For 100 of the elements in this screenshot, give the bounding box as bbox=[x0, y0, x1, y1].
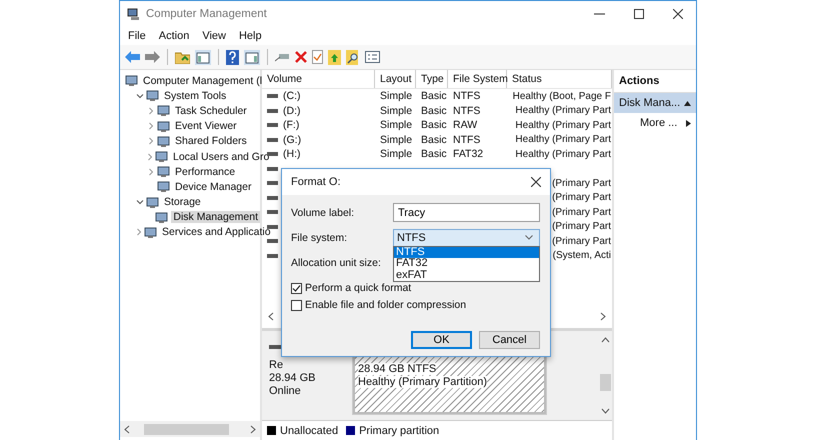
scroll-right-icon[interactable] bbox=[600, 312, 606, 320]
tree-item[interactable]: Storage bbox=[162, 196, 203, 208]
chevron-right-icon[interactable] bbox=[147, 168, 155, 176]
drive-icon bbox=[267, 94, 278, 98]
task-link[interactable]: More ... bbox=[614, 113, 696, 133]
maximize-icon[interactable] bbox=[634, 9, 644, 19]
table-cell: (Primary Part bbox=[552, 192, 611, 204]
checkbox[interactable] bbox=[291, 282, 302, 294]
search-folder-icon[interactable] bbox=[346, 50, 360, 64]
tree-item[interactable]: Device Manager bbox=[173, 180, 254, 193]
dropdown-option[interactable]: NTFS bbox=[394, 246, 539, 258]
node-icon bbox=[157, 134, 170, 148]
column-header[interactable]: Layout bbox=[375, 70, 416, 88]
folder-up-icon[interactable] bbox=[328, 50, 341, 64]
task-link[interactable]: Disk Mana... bbox=[614, 93, 696, 113]
field-label: Allocation unit size: bbox=[291, 256, 382, 268]
table-cell: Healthy (Primary Part bbox=[515, 148, 611, 160]
drive-icon bbox=[267, 196, 278, 200]
legend-label: Unallocated bbox=[280, 424, 338, 436]
chevron-right-icon[interactable] bbox=[147, 106, 155, 115]
scroll-left-icon[interactable] bbox=[124, 424, 130, 434]
partition-size: 28.94 GB NTFS bbox=[358, 363, 436, 375]
table-cell: NTFS bbox=[453, 104, 480, 117]
window-title: Computer Management bbox=[146, 8, 267, 20]
checkbox[interactable] bbox=[291, 300, 302, 310]
tree-item[interactable]: Disk Management bbox=[171, 211, 260, 224]
chevron-right-icon[interactable] bbox=[146, 152, 154, 161]
table-cell: (C:) bbox=[283, 90, 300, 102]
folder-icon[interactable] bbox=[175, 50, 190, 64]
dropdown-option[interactable]: FAT32 bbox=[394, 258, 539, 270]
dialog-button[interactable]: OK bbox=[411, 331, 472, 349]
menu-item[interactable]: Action bbox=[158, 30, 190, 42]
table-cell: NTFS bbox=[453, 134, 480, 146]
panel-icon[interactable] bbox=[244, 50, 260, 64]
dialog-button[interactable]: Cancel bbox=[479, 331, 540, 349]
table-cell: (Primary Part bbox=[552, 206, 611, 218]
disk-info-text: 28.94 GB bbox=[269, 372, 316, 384]
back-arrow-icon[interactable] bbox=[125, 51, 140, 63]
checklist-icon[interactable] bbox=[312, 50, 323, 64]
tree-item[interactable]: Event Viewer bbox=[173, 120, 239, 132]
chevron-down-icon[interactable] bbox=[136, 92, 144, 100]
tree-item[interactable]: Shared Folders bbox=[173, 135, 249, 148]
menu-item[interactable]: File bbox=[128, 30, 146, 42]
connector-icon[interactable] bbox=[275, 52, 290, 62]
dropdown-option[interactable]: exFAT bbox=[394, 270, 539, 281]
tree-item[interactable]: Task Scheduler bbox=[173, 104, 249, 117]
table-cell: Healthy (Primary Part bbox=[515, 134, 611, 146]
node-icon bbox=[146, 89, 159, 102]
table-cell: Healthy (Boot, Page F bbox=[512, 90, 611, 102]
table-cell: NTFS bbox=[453, 90, 480, 102]
drive-icon bbox=[267, 123, 278, 128]
scrollbar-thumb[interactable] bbox=[144, 424, 229, 434]
tree-item[interactable]: Performance bbox=[173, 166, 238, 178]
node-icon bbox=[125, 74, 138, 88]
help-icon[interactable] bbox=[226, 50, 239, 64]
scrollbar-thumb[interactable] bbox=[600, 374, 610, 391]
panel-icon[interactable] bbox=[195, 50, 211, 64]
list-icon[interactable] bbox=[365, 51, 380, 63]
column-header[interactable]: File System bbox=[448, 70, 507, 88]
column-header[interactable]: Type bbox=[416, 70, 448, 88]
dropdown-field[interactable]: NTFS bbox=[393, 228, 540, 246]
chevron-right-icon[interactable] bbox=[147, 137, 155, 146]
chevron-down-icon[interactable] bbox=[136, 198, 144, 206]
field-label: File system: bbox=[291, 232, 348, 244]
tree-item[interactable]: Computer Management (l bbox=[141, 74, 264, 87]
tree-item[interactable]: Services and Applicatio bbox=[160, 226, 273, 238]
delete-icon[interactable] bbox=[295, 51, 307, 63]
table-cell: (F:) bbox=[283, 119, 300, 132]
tree-item[interactable]: Local Users and Gro bbox=[171, 150, 272, 163]
scroll-left-icon[interactable] bbox=[268, 312, 274, 320]
table-cell: (Primary Part bbox=[552, 221, 611, 232]
drive-icon bbox=[267, 152, 278, 156]
chevron-right-icon[interactable] bbox=[135, 228, 143, 236]
table-cell: (D:) bbox=[283, 104, 300, 117]
menu-item[interactable]: View bbox=[202, 30, 226, 42]
table-cell: Basic bbox=[421, 104, 447, 117]
computer-icon bbox=[127, 8, 141, 20]
forward-arrow-icon[interactable] bbox=[145, 51, 160, 63]
chevron-right-icon[interactable] bbox=[147, 122, 155, 130]
scroll-right-icon[interactable] bbox=[250, 424, 256, 434]
column-header[interactable]: Volume bbox=[262, 70, 375, 88]
drive-icon bbox=[267, 239, 278, 244]
node-icon bbox=[155, 210, 168, 224]
table-cell: RAW bbox=[453, 119, 478, 132]
close-icon[interactable] bbox=[673, 9, 683, 19]
tree-item[interactable]: System Tools bbox=[162, 90, 228, 102]
minimize-icon[interactable] bbox=[594, 13, 605, 15]
table-cell: (Primary Part bbox=[552, 236, 611, 247]
scroll-up-icon[interactable] bbox=[600, 337, 610, 343]
input-field[interactable]: Tracy bbox=[393, 203, 540, 222]
legend-label: Primary partition bbox=[359, 424, 440, 436]
table-cell: (G:) bbox=[283, 134, 302, 146]
close-icon[interactable] bbox=[531, 177, 541, 187]
table-cell: Simple bbox=[380, 119, 412, 132]
drive-icon bbox=[267, 181, 278, 186]
menu-item[interactable]: Help bbox=[238, 30, 262, 42]
column-header[interactable]: Status bbox=[507, 70, 612, 88]
node-icon bbox=[144, 226, 157, 239]
table-cell: Healthy (Primary Part bbox=[515, 120, 611, 131]
scroll-down-icon[interactable] bbox=[600, 408, 610, 414]
